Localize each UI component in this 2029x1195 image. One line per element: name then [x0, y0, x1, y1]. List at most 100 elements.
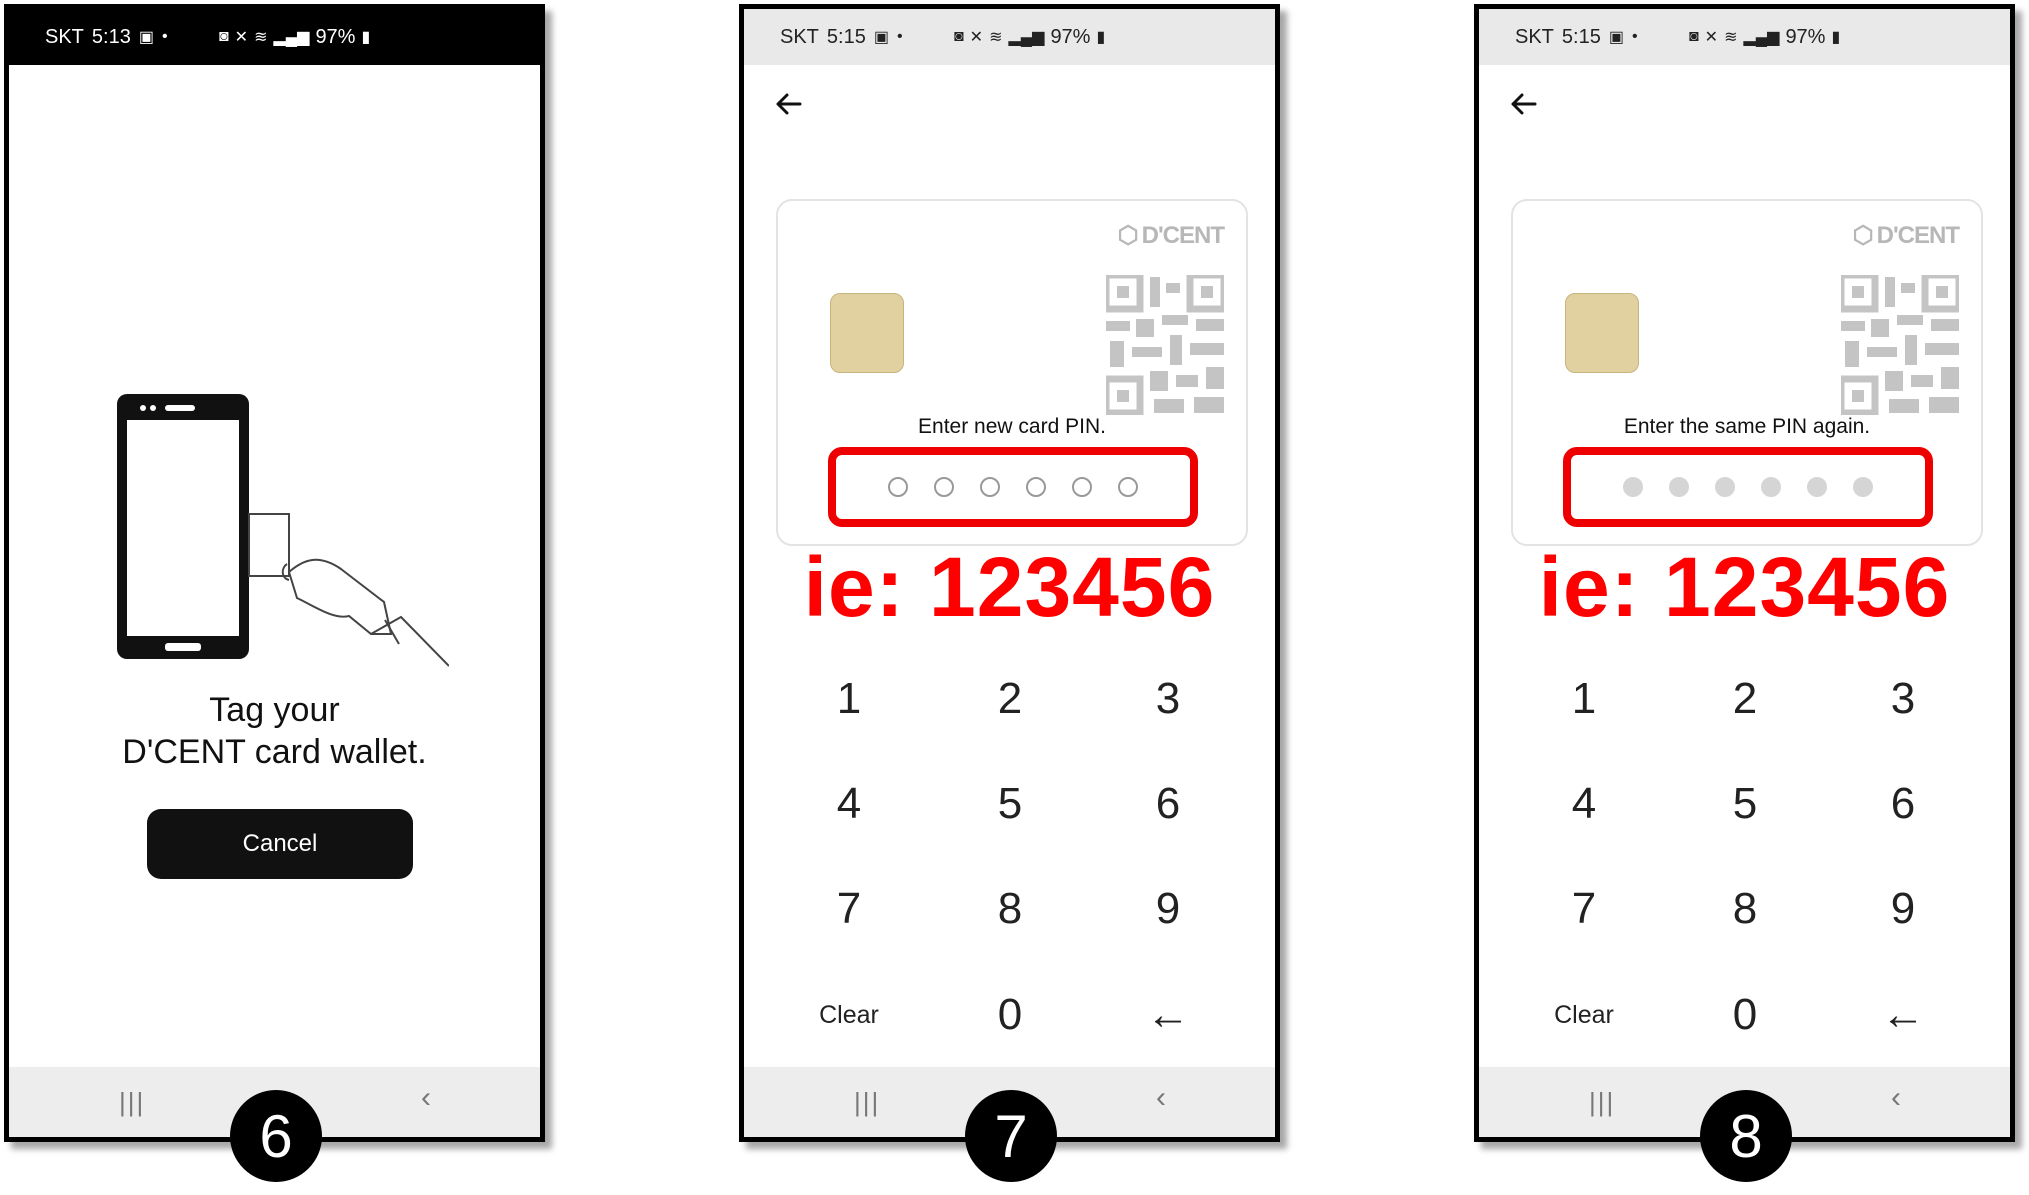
- pin-prompt: Enter new card PIN.: [918, 415, 1106, 438]
- key-5[interactable]: 5: [1670, 764, 1820, 844]
- battery-level: 97%: [1050, 25, 1091, 48]
- pin-dot: [1118, 477, 1138, 497]
- pin-prompt: Enter the same PIN again.: [1623, 415, 1871, 438]
- tag-instruction-line2: D'CENT card wallet.: [122, 733, 427, 771]
- cancel-button[interactable]: Cancel: [147, 809, 413, 879]
- signal-icon: ▂▄▆: [1743, 29, 1780, 46]
- pin-dot: [980, 477, 1000, 497]
- gallery-notification-icon: ▣: [138, 29, 154, 46]
- status-bar: SKT 5:15 ▣ • ◙ ✕ ≋ ▂▄▆ 97% ▮: [744, 9, 1275, 65]
- key-8[interactable]: 8: [1670, 869, 1820, 949]
- back-arrow-icon[interactable]: [1507, 87, 1541, 121]
- carrier-label: SKT: [45, 25, 84, 48]
- brand-text: D'CENT: [1876, 221, 1960, 249]
- key-9[interactable]: 9: [1828, 869, 1978, 949]
- dcent-logo-icon: ⬡: [1852, 222, 1874, 249]
- key-3[interactable]: 3: [1828, 659, 1978, 739]
- recent-apps-icon[interactable]: |||: [119, 1087, 145, 1118]
- mute-icon: ✕: [234, 29, 249, 46]
- clear-key[interactable]: Clear: [774, 975, 924, 1055]
- key-6[interactable]: 6: [1828, 764, 1978, 844]
- pin-dot: [888, 477, 908, 497]
- key-3[interactable]: 3: [1093, 659, 1243, 739]
- qr-code-icon: [1841, 275, 1959, 415]
- nav-back-icon[interactable]: ‹: [1156, 1081, 1166, 1115]
- key-4[interactable]: 4: [1509, 764, 1659, 844]
- tag-instruction: Tag your D'CENT card wallet.: [9, 689, 540, 773]
- recent-apps-icon[interactable]: |||: [1589, 1087, 1615, 1118]
- pin-dot: [1807, 477, 1827, 497]
- key-1[interactable]: 1: [774, 659, 924, 739]
- pin-dot: [1853, 477, 1873, 497]
- battery-level: 97%: [1785, 25, 1826, 48]
- brand-logo: ⬡ D'CENT: [1852, 221, 1960, 250]
- phone-tag-card-illustration: [117, 394, 449, 667]
- key-6[interactable]: 6: [1093, 764, 1243, 844]
- wifi-icon: ≋: [254, 29, 268, 46]
- pin-dot: [1072, 477, 1092, 497]
- signal-icon: ▂▄▆: [1008, 29, 1045, 46]
- clear-key[interactable]: Clear: [1509, 975, 1659, 1055]
- mute-icon: ✕: [1704, 29, 1719, 46]
- key-7[interactable]: 7: [1509, 869, 1659, 949]
- key-4[interactable]: 4: [774, 764, 924, 844]
- card-preview: ⬡ D'CENT Enter new card PIN.: [776, 199, 1248, 546]
- gallery-notification-icon: ▣: [1608, 29, 1624, 46]
- nfc-icon: ▣: [873, 29, 889, 46]
- battery-icon: ▮: [1096, 29, 1106, 46]
- dot-icon: •: [1631, 28, 1638, 45]
- mute-icon: ✕: [969, 29, 984, 46]
- alarm-icon: ◙: [219, 28, 229, 45]
- card-chip-icon: [830, 293, 904, 373]
- card-preview: ⬡ D'CENT Enter the same PIN again.: [1511, 199, 1983, 546]
- phone-screen-new-pin: SKT 5:15 ▣ • ◙ ✕ ≋ ▂▄▆ 97% ▮ ⬡ D'CENT En…: [739, 4, 1280, 1142]
- backspace-key-icon[interactable]: ←: [1828, 975, 1978, 1055]
- key-7[interactable]: 7: [774, 869, 924, 949]
- step-badge-7: 7: [965, 1090, 1057, 1182]
- dcent-logo-icon: ⬡: [1117, 222, 1139, 249]
- brand-logo: ⬡ D'CENT: [1117, 221, 1225, 250]
- step-badge-6: 6: [230, 1090, 322, 1182]
- key-2[interactable]: 2: [935, 659, 1085, 739]
- pin-dot: [1761, 477, 1781, 497]
- key-0[interactable]: 0: [935, 975, 1085, 1055]
- pin-input-highlight[interactable]: [1563, 447, 1933, 527]
- nav-back-icon[interactable]: ‹: [421, 1081, 431, 1115]
- battery-level: 97%: [315, 25, 356, 48]
- alarm-icon: ◙: [1689, 28, 1699, 45]
- card-chip-icon: [1565, 293, 1639, 373]
- qr-code-icon: [1106, 275, 1224, 415]
- pin-dot: [1623, 477, 1643, 497]
- key-8[interactable]: 8: [935, 869, 1085, 949]
- step-badge-8: 8: [1700, 1090, 1792, 1182]
- carrier-label: SKT: [780, 25, 819, 48]
- key-5[interactable]: 5: [935, 764, 1085, 844]
- key-1[interactable]: 1: [1509, 659, 1659, 739]
- battery-icon: ▮: [1831, 29, 1841, 46]
- phone-screen-tag: SKT 5:13 ▣ • ◙ ✕ ≋ ▂▄▆ 97% ▮ Tag your D'…: [4, 4, 545, 1142]
- phone-screen-confirm-pin: SKT 5:15 ▣ • ◙ ✕ ≋ ▂▄▆ 97% ▮ ⬡ D'CENT En…: [1474, 4, 2015, 1142]
- tag-instruction-line1: Tag your: [209, 691, 340, 729]
- pin-dot: [1715, 477, 1735, 497]
- battery-icon: ▮: [361, 29, 371, 46]
- wifi-icon: ≋: [1724, 29, 1738, 46]
- backspace-key-icon[interactable]: ←: [1093, 975, 1243, 1055]
- key-0[interactable]: 0: [1670, 975, 1820, 1055]
- example-pin-annotation: ie: 123456: [1538, 540, 1951, 634]
- status-bar: SKT 5:15 ▣ • ◙ ✕ ≋ ▂▄▆ 97% ▮: [1479, 9, 2010, 65]
- nav-back-icon[interactable]: ‹: [1891, 1081, 1901, 1115]
- back-arrow-icon[interactable]: [772, 87, 806, 121]
- dot-icon: •: [161, 28, 168, 45]
- signal-icon: ▂▄▆: [273, 29, 310, 46]
- clock: 5:13: [91, 25, 131, 48]
- status-bar: SKT 5:13 ▣ • ◙ ✕ ≋ ▂▄▆ 97% ▮: [9, 9, 540, 65]
- carrier-label: SKT: [1515, 25, 1554, 48]
- recent-apps-icon[interactable]: |||: [854, 1087, 880, 1118]
- brand-text: D'CENT: [1141, 221, 1225, 249]
- pin-dot: [1669, 477, 1689, 497]
- dot-icon: •: [896, 28, 903, 45]
- key-9[interactable]: 9: [1093, 869, 1243, 949]
- key-2[interactable]: 2: [1670, 659, 1820, 739]
- pin-input-highlight[interactable]: [828, 447, 1198, 527]
- wifi-icon: ≋: [989, 29, 1003, 46]
